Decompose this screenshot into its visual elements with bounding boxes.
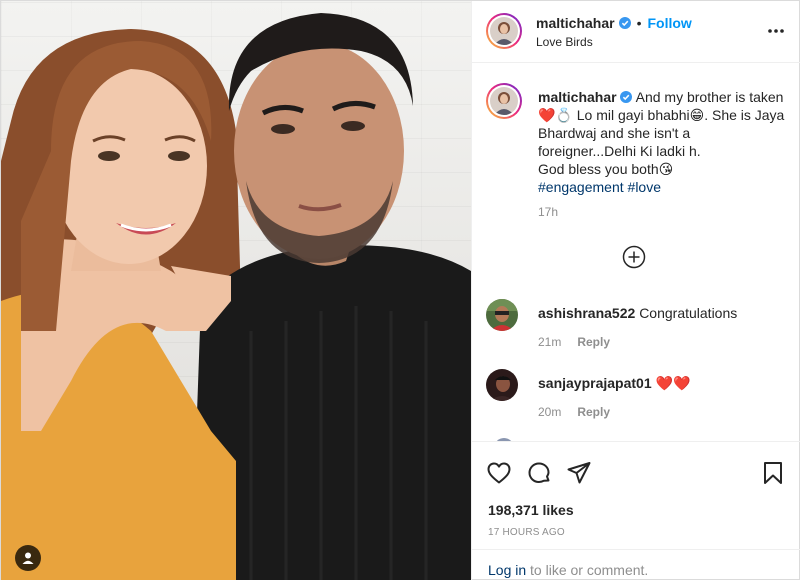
comment-item: ashishrana522 Congratulations 21m Reply <box>486 299 796 359</box>
author-avatar[interactable] <box>486 13 522 49</box>
post-header: maltichahar • Follow Love Birds <box>472 1 800 63</box>
comment-username[interactable]: sanjayprajapat01 <box>538 375 652 391</box>
post-caption: maltichahar And my brother is taken ❤️💍 … <box>538 88 788 196</box>
caption-text-line3: God bless you both😘 <box>538 161 674 177</box>
author-username-row: maltichahar • Follow <box>536 15 692 31</box>
user-tag-icon[interactable] <box>15 545 41 571</box>
reply-button[interactable]: Reply <box>577 405 610 419</box>
caption-timestamp: 17h <box>538 205 559 219</box>
caption-text-line1: And my brother is taken <box>635 89 784 105</box>
verified-badge-icon <box>620 91 633 103</box>
hashtag-link[interactable]: #love <box>628 179 661 195</box>
caption-username[interactable]: maltichahar <box>538 89 617 105</box>
commenter-avatar[interactable] <box>486 369 518 401</box>
speech-bubble-icon[interactable] <box>526 460 552 486</box>
photo-scene <box>1 13 471 580</box>
post-photo[interactable] <box>1 1 471 580</box>
comment-item: sanjayprajapat01 ❤️❤️ 20m Reply <box>486 369 796 429</box>
more-options-icon[interactable] <box>766 21 786 41</box>
comment-timestamp: 20m <box>538 405 562 419</box>
hashtag-link[interactable]: #engagement <box>538 179 624 195</box>
post-actions: 198,371 likes 17 HOURS AGO <box>472 441 800 541</box>
bookmark-icon[interactable] <box>760 460 786 486</box>
post-date[interactable]: 17 HOURS AGO <box>488 527 565 538</box>
post-dialog: maltichahar • Follow Love Birds malticha… <box>0 0 800 580</box>
plus-circle-icon[interactable] <box>622 245 646 269</box>
comment-text: Congratulations <box>639 305 738 321</box>
login-prompt-text: to like or comment. <box>526 562 649 578</box>
heart-icon[interactable] <box>486 460 512 486</box>
login-prompt: Log in to like or comment. <box>472 549 800 580</box>
caption-text-line2: ❤️💍 Lo mil gayi bhabhi😁. She is Jaya Bha… <box>538 107 785 159</box>
comment-username[interactable]: ashishrana522 <box>538 305 635 321</box>
verified-badge-icon <box>618 17 631 29</box>
follow-button[interactable]: Follow <box>648 15 692 31</box>
caption-author-avatar[interactable] <box>486 83 522 119</box>
post-sidebar: maltichahar • Follow Love Birds malticha… <box>471 1 800 580</box>
comment-text: ❤️❤️ <box>655 375 691 391</box>
paper-plane-icon[interactable] <box>566 460 592 486</box>
author-username[interactable]: maltichahar <box>536 15 615 31</box>
commenter-avatar[interactable] <box>486 299 518 331</box>
comments-section: maltichahar And my brother is taken ❤️💍 … <box>472 63 800 441</box>
comment-timestamp: 21m <box>538 335 562 349</box>
comment-body: sanjayprajapat01 ❤️❤️ <box>538 375 690 392</box>
comment-meta: 20m Reply <box>538 405 610 419</box>
comment-body: ashishrana522 Congratulations <box>538 305 737 321</box>
separator-dot: • <box>636 15 642 31</box>
login-link[interactable]: Log in <box>488 562 526 578</box>
reply-button[interactable]: Reply <box>577 335 610 349</box>
likes-count[interactable]: 198,371 likes <box>488 502 574 518</box>
comment-meta: 21m Reply <box>538 335 610 349</box>
post-location[interactable]: Love Birds <box>536 35 593 49</box>
